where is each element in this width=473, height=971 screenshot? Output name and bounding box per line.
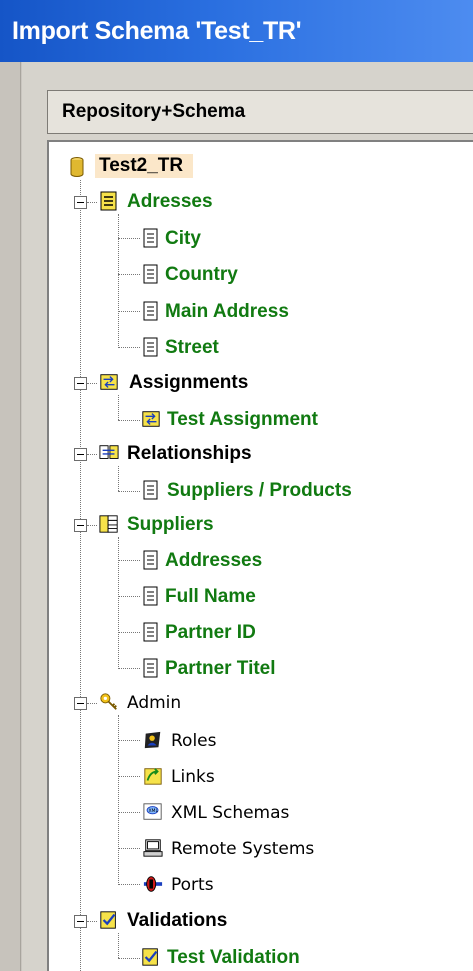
computer-icon	[143, 839, 163, 857]
tree-line	[80, 180, 81, 971]
tree-node-city[interactable]: City	[165, 227, 201, 251]
tree-root-label[interactable]: Test2_TR	[95, 154, 194, 178]
tree-node-validations[interactable]: Validations	[127, 909, 227, 933]
tree-node-test-assignment[interactable]: Test Assignment	[167, 408, 318, 432]
validation-icon	[100, 911, 116, 929]
collapse-toggle[interactable]	[74, 519, 87, 532]
tree-node-ports[interactable]: Ports	[171, 873, 214, 897]
xml-schema-icon: XML	[143, 803, 162, 820]
document-icon	[143, 337, 158, 357]
document-icon	[143, 586, 158, 606]
collapse-toggle[interactable]	[74, 697, 87, 710]
schema-tree[interactable]: Test2_TR Adresses City Country Main Addr…	[47, 140, 473, 971]
tree-node-suppliers-products[interactable]: Suppliers / Products	[167, 479, 352, 503]
link-icon	[144, 768, 162, 785]
collapse-toggle[interactable]	[74, 915, 87, 928]
validation-icon	[142, 948, 158, 966]
roles-icon	[144, 731, 161, 749]
tree-node-main-address[interactable]: Main Address	[165, 300, 289, 324]
table-folder-icon	[100, 191, 117, 211]
tree-node-partner-id[interactable]: Partner ID	[165, 621, 256, 645]
relationship-icon	[99, 445, 119, 459]
assignment-icon	[142, 411, 160, 427]
document-icon	[143, 480, 158, 500]
left-strip	[0, 62, 21, 971]
document-icon	[143, 228, 158, 248]
keys-icon	[100, 693, 117, 710]
collapse-toggle[interactable]	[74, 377, 87, 390]
tree-node-xml-schemas[interactable]: XML Schemas	[171, 801, 289, 825]
tree-node-links[interactable]: Links	[171, 765, 215, 789]
tree-node-street[interactable]: Street	[165, 336, 219, 360]
document-icon	[143, 550, 158, 570]
tree-node-country[interactable]: Country	[165, 263, 238, 287]
database-icon	[70, 157, 84, 177]
tree-node-relationships[interactable]: Relationships	[127, 442, 252, 466]
tree-node-roles[interactable]: Roles	[171, 729, 217, 753]
tree-node-admin[interactable]: Admin	[127, 691, 181, 715]
tree-node-partner-titel[interactable]: Partner Titel	[165, 657, 276, 681]
tree-node-full-name[interactable]: Full Name	[165, 585, 256, 609]
assignment-icon	[100, 374, 118, 390]
document-icon	[143, 264, 158, 284]
tree-node-remote-systems[interactable]: Remote Systems	[171, 837, 314, 861]
tree-node-adresses[interactable]: Adresses	[127, 190, 213, 214]
tree-node-test-validation[interactable]: Test Validation	[167, 946, 300, 970]
port-icon	[143, 876, 163, 892]
column-header[interactable]: Repository+Schema	[47, 90, 473, 134]
document-icon	[143, 658, 158, 678]
collapse-toggle[interactable]	[74, 448, 87, 461]
tree-node-suppliers[interactable]: Suppliers	[127, 513, 214, 537]
document-icon	[143, 622, 158, 642]
tree-node-assignments[interactable]: Assignments	[129, 371, 248, 395]
tree-node-addresses[interactable]: Addresses	[165, 549, 262, 573]
svg-text:XML: XML	[148, 808, 158, 814]
collapse-toggle[interactable]	[74, 196, 87, 209]
table-icon	[99, 515, 118, 533]
window-title: Import Schema 'Test_TR'	[0, 0, 473, 62]
document-icon	[143, 301, 158, 321]
